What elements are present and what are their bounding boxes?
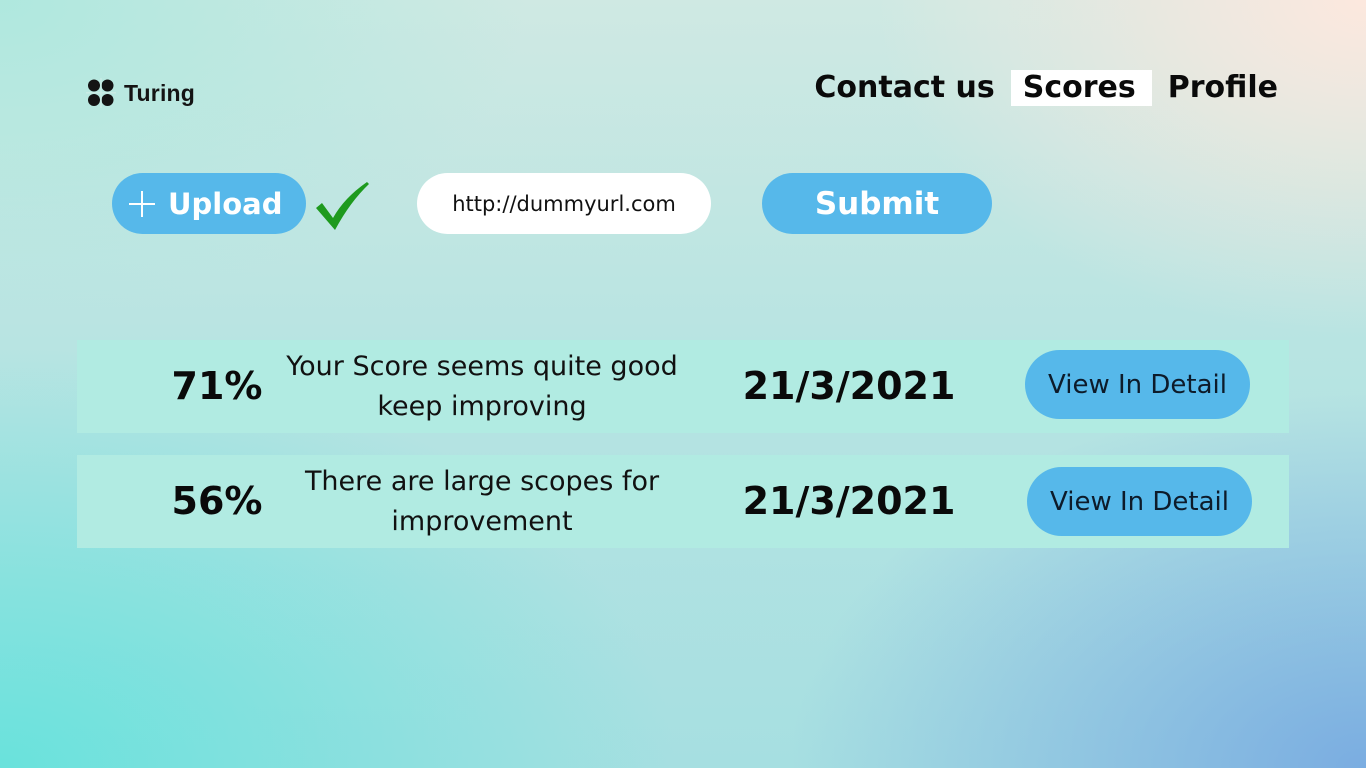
- brand-logo[interactable]: Turing: [86, 78, 195, 108]
- brand-name: Turing: [124, 79, 196, 106]
- score-message: There are large scopes for improvement: [304, 465, 660, 537]
- turing-logo-icon: [86, 78, 116, 108]
- upload-button-label: Upload: [168, 186, 283, 221]
- score-row: 56% There are large scopes for improveme…: [77, 455, 1289, 548]
- upload-button[interactable]: Upload: [112, 173, 306, 234]
- submit-button[interactable]: Submit: [762, 173, 992, 234]
- score-date: 21/3/2021: [742, 479, 956, 523]
- nav-item-contact-us[interactable]: Contact us: [814, 70, 994, 106]
- top-nav: Contact us Scores Profile: [814, 70, 1278, 106]
- url-input[interactable]: [417, 173, 711, 234]
- plus-icon: [129, 190, 155, 217]
- nav-item-profile[interactable]: Profile: [1168, 70, 1278, 106]
- view-in-detail-button[interactable]: View In Detail: [1027, 467, 1252, 536]
- score-date: 21/3/2021: [742, 364, 956, 408]
- nav-item-scores[interactable]: Scores: [1010, 70, 1152, 106]
- view-in-detail-button[interactable]: View In Detail: [1025, 350, 1250, 419]
- checkmark-icon: [316, 182, 369, 230]
- score-row: 71% Your Score seems quite good keep imp…: [77, 340, 1289, 433]
- score-message: Your Score seems quite good keep improvi…: [286, 350, 678, 422]
